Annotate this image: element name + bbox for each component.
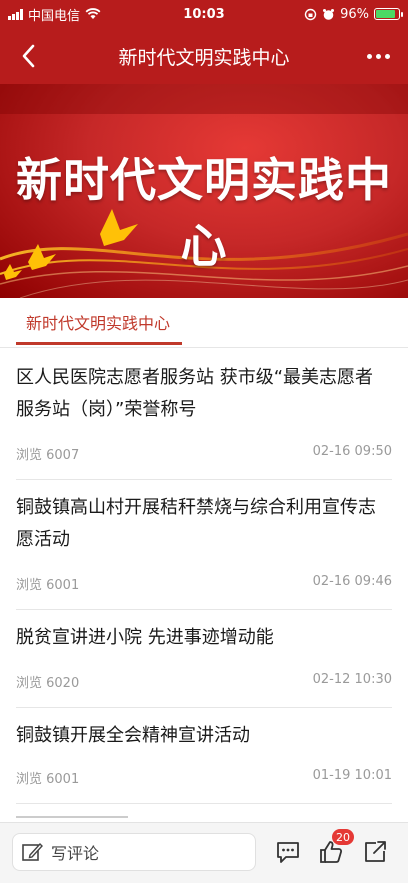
comment-icon (277, 842, 299, 863)
publish-date: 01-19 10:01 (312, 768, 392, 783)
news-item[interactable]: 铜鼓镇高山村开展秸秆禁烧与综合利用宣传志 愿活动 浏览 6001 02-16 0… (16, 492, 392, 610)
status-bar: 中国电信 10:03 96% (0, 0, 408, 28)
status-left: 中国电信 (8, 5, 101, 24)
share-button[interactable] (360, 837, 390, 867)
page-title: 新时代文明实践中心 (118, 46, 290, 69)
edit-icon (22, 842, 43, 861)
carrier-label: 中国电信 (28, 8, 81, 24)
alarm-icon (323, 8, 335, 20)
lock-rotation-icon (304, 8, 317, 20)
banner-image: 新时代文明实践中心 (0, 84, 408, 298)
news-item[interactable]: 区人民医院志愿者服务站 获市级“最美志愿者 服务站（岗）”荣誉称号 浏览 600… (16, 362, 392, 480)
news-meta: 浏览 6020 02-12 10:30 (16, 672, 392, 691)
news-item[interactable]: 脱贫宣讲进小院 先进事迹增动能 浏览 6020 02-12 10:30 (16, 622, 392, 708)
news-title: 铜鼓镇高山村开展秸秆禁烧与综合利用宣传志 愿活动 (16, 497, 376, 550)
battery-icon (374, 8, 403, 20)
tab-strip: 新时代文明实践中心 (0, 298, 408, 348)
view-count: 浏览 6001 (16, 578, 80, 593)
comment-input[interactable]: 写评论 (12, 833, 256, 871)
tab-practice-center[interactable]: 新时代文明实践中心 (26, 310, 170, 334)
tab-underline (16, 342, 182, 345)
status-right: 96% (304, 6, 403, 22)
share-icon (365, 841, 386, 862)
back-button[interactable] (10, 38, 46, 74)
publish-date: 02-12 10:30 (312, 672, 392, 687)
wifi-icon (85, 8, 101, 19)
comment-button[interactable] (273, 837, 303, 867)
comment-placeholder: 写评论 (51, 844, 100, 863)
publish-date: 02-16 09:50 (312, 444, 392, 459)
signal-icon (8, 8, 23, 20)
banner-title: 新时代文明实践中心 (16, 153, 392, 273)
news-title: 脱贫宣讲进小院 先进事迹增动能 (16, 627, 274, 648)
news-item[interactable]: 铜鼓镇开展全会精神宣讲活动 浏览 6001 01-19 10:01 (16, 720, 392, 804)
news-meta: 浏览 6001 02-16 09:46 (16, 574, 392, 593)
news-title: 铜鼓镇开展全会精神宣讲活动 (16, 725, 250, 746)
bottom-bar: 写评论 20 (0, 822, 408, 883)
view-count: 浏览 6007 (16, 448, 80, 463)
back-icon (22, 44, 35, 68)
nav-bar: 新时代文明实践中心 (0, 28, 408, 84)
publish-date: 02-16 09:46 (312, 574, 392, 589)
view-count: 浏览 6020 (16, 676, 80, 691)
news-meta: 浏览 6001 01-19 10:01 (16, 768, 392, 787)
like-count-badge: 20 (332, 829, 354, 845)
news-meta: 浏览 6007 02-16 09:50 (16, 444, 392, 463)
battery-fill (376, 10, 395, 18)
partial-divider (16, 816, 128, 818)
battery-percent: 96% (340, 6, 369, 22)
more-button[interactable] (360, 38, 396, 74)
more-icon (366, 53, 372, 59)
view-count: 浏览 6001 (16, 772, 80, 787)
news-title: 区人民医院志愿者服务站 获市级“最美志愿者 服务站（岗）”荣誉称号 (16, 367, 374, 420)
